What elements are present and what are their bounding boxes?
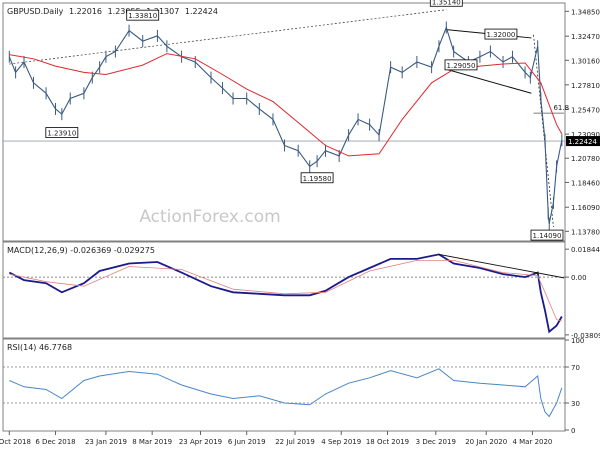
- price-ytick-label: 1.30160: [571, 57, 600, 65]
- price-label-text: 1.23910: [47, 130, 76, 138]
- price-chart-title: GBPUSD.Daily 1.22016 1.23055 1.21307 1.2…: [7, 7, 218, 16]
- rsi-ytick-label: 30: [571, 400, 580, 408]
- price-ytick-label: 1.18460: [571, 179, 600, 187]
- x-tick-label: 8 Mar 2019: [132, 438, 172, 446]
- price-line: [8, 25, 563, 224]
- price-ytick-label: 1.32470: [571, 33, 600, 41]
- moving-average-line: [9, 53, 563, 157]
- rsi-panel-frame: [2, 338, 566, 432]
- fib-level-label: 61.8: [553, 104, 569, 112]
- rsi-ytick-label: 100: [571, 337, 584, 345]
- x-tick-label: 20 Jan 2020: [465, 438, 507, 446]
- x-tick-label: 22 Jul 2019: [275, 438, 315, 446]
- x-tick-label: 23 Oct 2018: [0, 438, 31, 446]
- macd-title: MACD(12,26,9) -0.026369 -0.029275: [7, 246, 155, 255]
- macd-line: [8, 253, 563, 334]
- close-value: 1.22424: [185, 7, 218, 16]
- macd-ytick-label: 0.00: [571, 274, 587, 282]
- retracement-line: [533, 34, 554, 227]
- price-ytick-label: 1.27810: [571, 82, 600, 90]
- current-price-label: 1.22424: [568, 138, 597, 146]
- rsi-title: RSI(14) 46.7768: [7, 343, 72, 352]
- x-tick-label: 4 Mar 2020: [512, 438, 552, 446]
- open-value: 1.22016: [69, 7, 102, 16]
- macd-panel-frame: [2, 241, 566, 339]
- rsi-ytick-label: 70: [571, 364, 580, 372]
- price-label-text: 1.32000: [486, 31, 515, 39]
- price-label-text: 1.33810: [128, 12, 157, 20]
- price-ytick-label: 1.16090: [571, 204, 600, 212]
- long-term-trendline: [9, 9, 447, 65]
- price-ytick-label: 1.20780: [571, 155, 600, 163]
- price-label-text: 1.19580: [303, 175, 332, 183]
- x-tick-label: 4 Sep 2019: [321, 438, 361, 446]
- x-tick-label: 23 Jan 2019: [85, 438, 127, 446]
- rsi-line: [9, 368, 563, 418]
- macd-ytick-label: 0.018442: [571, 246, 600, 254]
- x-tick-label: 3 Dec 2019: [416, 438, 456, 446]
- x-tick-label: 23 Apr 2019: [179, 438, 222, 446]
- price-label-text: 1.29050: [447, 62, 476, 70]
- x-tick-label: 18 Oct 2019: [366, 438, 409, 446]
- x-tick-label: 6 Dec 2018: [35, 438, 75, 446]
- price-label-text: 1.14090: [533, 232, 562, 240]
- channel-lower-line: [446, 68, 532, 94]
- x-tick-label: 6 Jun 2019: [228, 438, 266, 446]
- macd-signal-line: [9, 260, 562, 322]
- price-label-text: 1.35140: [432, 0, 461, 6]
- chart-canvas: ActionForex.com GBPUSD.Daily 1.22016 1.2…: [0, 0, 600, 446]
- price-ytick-label: 1.25470: [571, 106, 600, 114]
- price-ytick-label: 1.13780: [571, 228, 600, 236]
- price-ytick-label: 1.34850: [571, 8, 600, 16]
- price-panel-frame: [2, 2, 566, 242]
- watermark: ActionForex.com: [139, 207, 280, 227]
- forex-chart: ActionForex.com GBPUSD.Daily 1.22016 1.2…: [0, 0, 600, 450]
- rsi-ytick-label: 0: [571, 427, 575, 435]
